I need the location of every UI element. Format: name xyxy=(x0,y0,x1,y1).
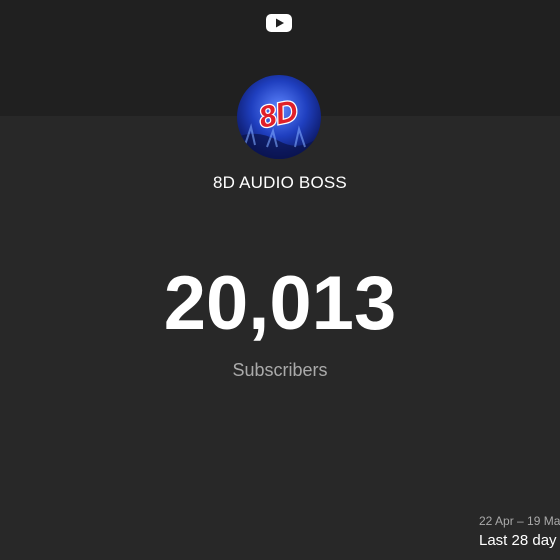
subscriber-count-screen: 8D 8D AUDIO BOSS 20,013 Subscribers 22 A… xyxy=(0,0,560,560)
channel-name: 8D AUDIO BOSS xyxy=(213,173,347,192)
subscriber-label: Subscribers xyxy=(232,360,328,380)
date-range: 22 Apr – 19 Ma xyxy=(479,514,560,528)
youtube-logo-icon[interactable] xyxy=(266,13,292,33)
subscriber-count: 20,013 xyxy=(163,261,397,346)
period-selector[interactable]: Last 28 day xyxy=(479,532,557,549)
channel-avatar-8d-icon: 8D xyxy=(237,75,321,159)
channel-avatar[interactable]: 8D xyxy=(237,75,321,159)
